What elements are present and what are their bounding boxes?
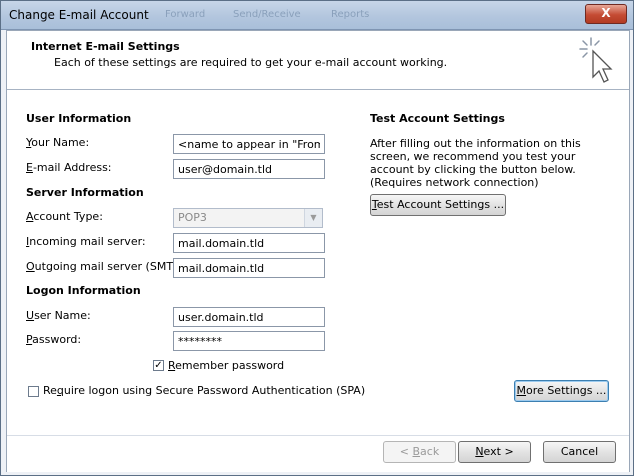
change-email-account-dialog: Change E-mail Account Forward Send/Recei… bbox=[0, 0, 634, 476]
wizard-cursor-icon bbox=[579, 37, 613, 83]
window-title: Change E-mail Account bbox=[9, 8, 149, 22]
test-account-settings-button[interactable]: Test Account Settings ... bbox=[370, 194, 506, 216]
incoming-server-label: Incoming mail server: bbox=[26, 235, 146, 248]
test-account-settings-heading: Test Account Settings bbox=[370, 112, 505, 125]
title-bar[interactable]: Change E-mail Account Forward Send/Recei… bbox=[1, 1, 633, 30]
background-tab-forward: Forward bbox=[165, 9, 206, 20]
account-type-value: POP3 bbox=[178, 211, 207, 224]
header-subtitle: Each of these settings are required to g… bbox=[54, 56, 448, 69]
incoming-server-field[interactable] bbox=[173, 233, 325, 253]
cancel-button[interactable]: Cancel bbox=[543, 441, 616, 463]
email-address-field[interactable] bbox=[173, 159, 325, 179]
email-address-label: E-mail Address: bbox=[26, 161, 112, 174]
background-tab-reports: Reports bbox=[331, 9, 370, 20]
outgoing-server-label: Outgoing mail server (SMTP): bbox=[26, 260, 188, 273]
chevron-down-icon: ▼ bbox=[304, 209, 322, 227]
user-name-label: User Name: bbox=[26, 309, 91, 322]
password-field[interactable] bbox=[173, 331, 325, 351]
outgoing-server-field[interactable] bbox=[173, 258, 325, 278]
test-account-description: After filling out the information on thi… bbox=[370, 137, 581, 189]
user-information-heading: User Information bbox=[26, 112, 132, 125]
next-button[interactable]: Next > bbox=[458, 441, 531, 463]
wizard-footer: < Back Next > Cancel bbox=[7, 435, 629, 472]
dialog-client-area: Internet E-mail Settings Each of these s… bbox=[6, 30, 630, 472]
spa-label[interactable]: Require logon using Secure Password Auth… bbox=[43, 384, 365, 397]
spa-checkbox[interactable] bbox=[28, 386, 39, 397]
wizard-header: Internet E-mail Settings Each of these s… bbox=[7, 31, 629, 90]
settings-panel: User Information Your Name: E-mail Addre… bbox=[7, 90, 629, 435]
checkmark-icon: ✓ bbox=[154, 360, 163, 371]
background-tab-send-receive: Send/Receive bbox=[233, 9, 301, 20]
account-type-label: Account Type: bbox=[26, 210, 103, 223]
more-settings-button[interactable]: More Settings ... bbox=[514, 380, 609, 402]
header-title: Internet E-mail Settings bbox=[31, 40, 180, 53]
close-icon: X bbox=[601, 6, 611, 20]
close-button[interactable]: X bbox=[585, 4, 627, 24]
back-button[interactable]: < Back bbox=[383, 441, 456, 463]
remember-password-label[interactable]: Remember password bbox=[168, 359, 284, 372]
server-information-heading: Server Information bbox=[26, 186, 144, 199]
password-label: Password: bbox=[26, 333, 82, 346]
your-name-label: Your Name: bbox=[26, 136, 90, 149]
logon-information-heading: Logon Information bbox=[26, 284, 141, 297]
account-type-select[interactable]: POP3 ▼ bbox=[173, 208, 323, 228]
user-name-field[interactable] bbox=[173, 307, 325, 327]
remember-password-checkbox[interactable]: ✓ bbox=[153, 360, 164, 371]
your-name-field[interactable] bbox=[173, 134, 325, 154]
